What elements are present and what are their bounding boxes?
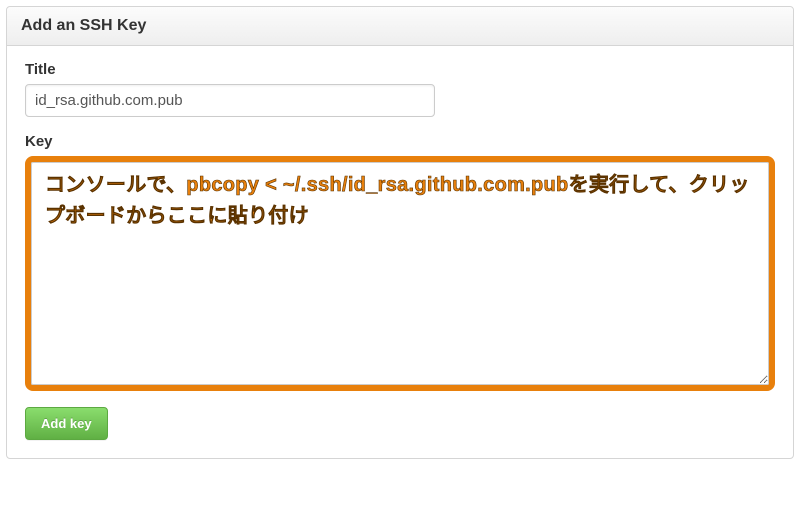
add-key-button[interactable]: Add key: [25, 407, 108, 440]
ssh-key-panel: Add an SSH Key Title Key コンソールで、pbcopy <…: [6, 6, 794, 459]
title-field-group: Title: [25, 61, 775, 117]
key-textarea[interactable]: [31, 162, 769, 385]
key-field-group: Key コンソールで、pbcopy < ~/.ssh/id_rsa.github…: [25, 133, 775, 391]
title-input[interactable]: [25, 84, 435, 117]
key-label: Key: [25, 133, 775, 150]
panel-title: Add an SSH Key: [21, 17, 779, 35]
title-label: Title: [25, 61, 775, 78]
panel-header: Add an SSH Key: [7, 7, 793, 46]
key-highlight-box: コンソールで、pbcopy < ~/.ssh/id_rsa.github.com…: [25, 156, 775, 391]
panel-body: Title Key コンソールで、pbcopy < ~/.ssh/id_rsa.…: [7, 46, 793, 458]
